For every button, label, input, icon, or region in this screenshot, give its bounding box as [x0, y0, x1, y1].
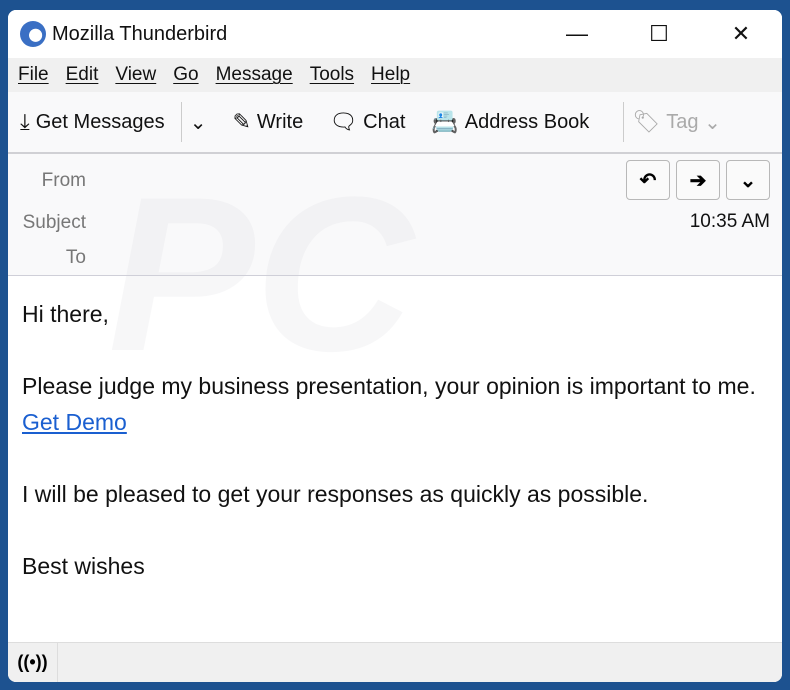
menu-tools[interactable]: Tools: [310, 64, 354, 86]
maximize-button[interactable]: ☐: [618, 10, 700, 58]
get-messages-button[interactable]: ⤓ Get Messages: [20, 109, 165, 135]
divider: [623, 102, 625, 142]
get-demo-link[interactable]: Get Demo: [22, 404, 768, 440]
reply-arrow-icon: ↶: [639, 169, 657, 192]
write-label: Write: [256, 110, 304, 133]
forward-arrow-icon: ➔: [689, 169, 707, 192]
get-messages-dropdown[interactable]: ⌄: [190, 110, 207, 135]
tag-label: Tag: [666, 110, 699, 133]
chevron-down-icon: ⌄: [704, 111, 721, 134]
body-line-1: Please judge my business presentation, y…: [22, 373, 756, 399]
address-book-icon: 📇: [431, 109, 459, 134]
pencil-icon: ✎: [232, 109, 251, 134]
online-status-icon[interactable]: ((•)): [8, 643, 58, 682]
write-button[interactable]: ✎ Write: [232, 109, 303, 135]
minimize-button[interactable]: —: [536, 10, 618, 58]
thunderbird-logo-icon: [20, 21, 46, 47]
chevron-down-icon: ⌄: [739, 169, 757, 192]
menu-bar: File Edit View Go Message Tools Help: [8, 58, 782, 92]
thunderbird-window: Mozilla Thunderbird — ☐ ✕ File Edit View…: [8, 10, 782, 682]
address-book-label: Address Book: [464, 110, 590, 133]
subject-label: Subject: [22, 212, 86, 233]
tag-icon: 🏷: [632, 109, 661, 134]
reply-button[interactable]: ↶: [626, 160, 670, 200]
tag-button[interactable]: 🏷 Tag ⌄: [632, 109, 721, 135]
get-messages-label: Get Messages: [35, 110, 165, 133]
menu-help[interactable]: Help: [371, 64, 410, 86]
signoff: Best wishes: [22, 553, 145, 579]
menu-view[interactable]: View: [115, 64, 156, 86]
more-button[interactable]: ⌄: [726, 160, 770, 200]
download-icon: ⤓: [20, 109, 30, 134]
title-bar: Mozilla Thunderbird — ☐ ✕: [8, 10, 782, 58]
message-time: 10:35 AM: [689, 211, 770, 232]
menu-edit[interactable]: Edit: [66, 64, 99, 86]
window-title: Mozilla Thunderbird: [52, 22, 228, 45]
chevron-down-icon: ⌄: [189, 111, 207, 134]
message-header: From Subject To ↶ ➔ ⌄ 10:35 AM: [8, 154, 782, 276]
main-toolbar: ⤓ Get Messages ⌄ ✎ Write 🗨 Chat 📇 Address Bo…: [8, 92, 782, 154]
message-body: PC Hi there, Please judge my business pr…: [8, 164, 782, 642]
address-book-button[interactable]: 📇 Address Book: [431, 109, 589, 135]
chat-button[interactable]: 🗨 Chat: [329, 109, 405, 135]
close-button[interactable]: ✕: [700, 10, 782, 58]
menu-go[interactable]: Go: [173, 64, 198, 86]
body-line-2: I will be pleased to get your responses …: [22, 481, 649, 507]
divider: [180, 102, 182, 142]
chat-bubble-icon: 🗨: [329, 109, 358, 134]
to-label: To: [65, 247, 86, 268]
status-bar: ((•)): [8, 642, 782, 682]
menu-message[interactable]: Message: [216, 64, 293, 86]
menu-file[interactable]: File: [18, 64, 49, 86]
greeting: Hi there,: [22, 301, 109, 327]
from-label: From: [41, 170, 86, 191]
chat-label: Chat: [363, 110, 406, 133]
forward-button[interactable]: ➔: [676, 160, 720, 200]
